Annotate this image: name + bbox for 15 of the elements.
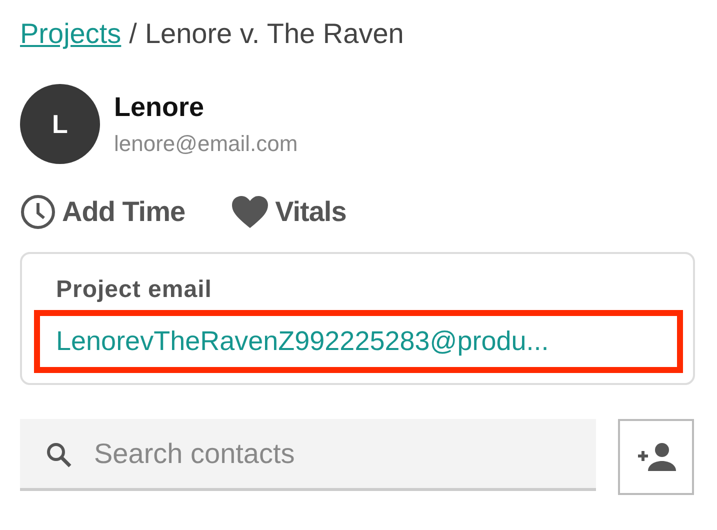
action-button[interactable]: Vitals	[231, 194, 346, 230]
breadcrumb-separator: /	[129, 18, 137, 50]
add-person-icon	[636, 442, 676, 472]
contact-email: lenore@email.com	[114, 130, 298, 156]
add-contact-button[interactable]	[618, 419, 694, 495]
heart-icon	[231, 195, 270, 229]
clock-icon	[20, 194, 56, 230]
avatar: L	[20, 84, 100, 164]
breadcrumb-link[interactable]: Projects	[20, 18, 122, 50]
contact-name: Lenore	[114, 92, 206, 122]
project-email-link[interactable]: LenorevTheRavenZ992225283@produ...	[34, 310, 683, 373]
page-title: Lenore v. The Raven	[144, 18, 404, 50]
card-label: Project email	[55, 276, 213, 304]
action-button[interactable]: Add Time	[20, 194, 186, 230]
search-field[interactable]: Search contacts	[20, 419, 596, 491]
